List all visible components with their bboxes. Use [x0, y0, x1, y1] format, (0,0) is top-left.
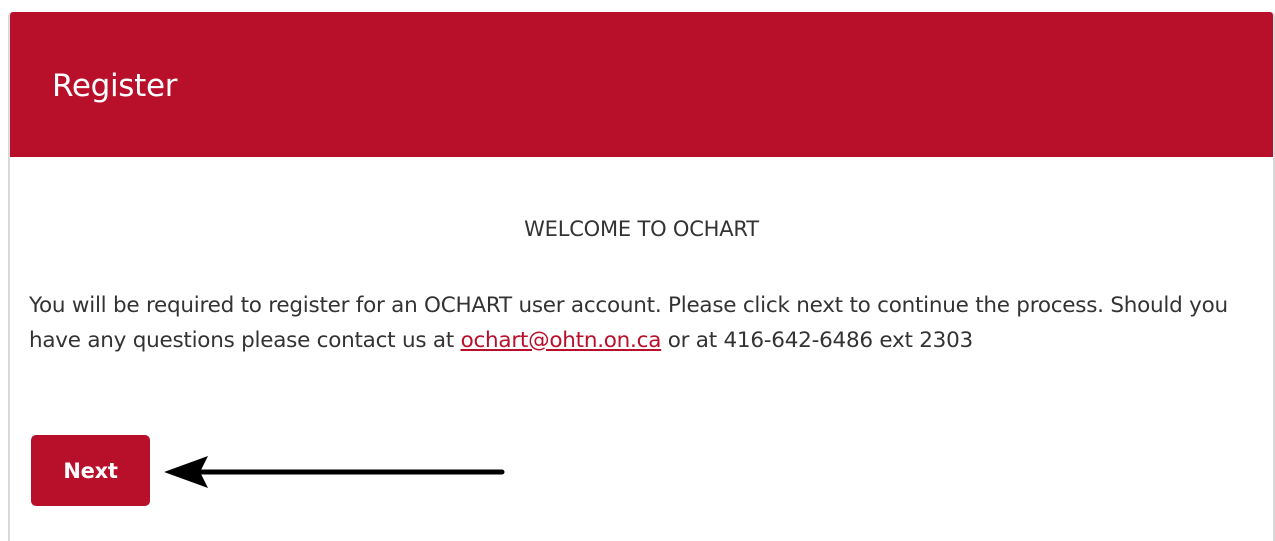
pointer-arrow-icon — [164, 456, 505, 488]
instructions-text: You will be required to register for an … — [29, 288, 1259, 358]
panel-title: Register — [52, 68, 178, 104]
panel-header: Register — [10, 12, 1273, 157]
instructions-text-part2: or at 416-642-6486 ext 2303 — [661, 328, 973, 353]
welcome-heading: WELCOME TO OCHART — [524, 217, 759, 241]
register-panel: Register WELCOME TO OCHART You will be r… — [8, 12, 1275, 541]
next-button[interactable]: Next — [31, 435, 150, 506]
contact-email-link[interactable]: ochart@ohtn.on.ca — [461, 328, 662, 353]
